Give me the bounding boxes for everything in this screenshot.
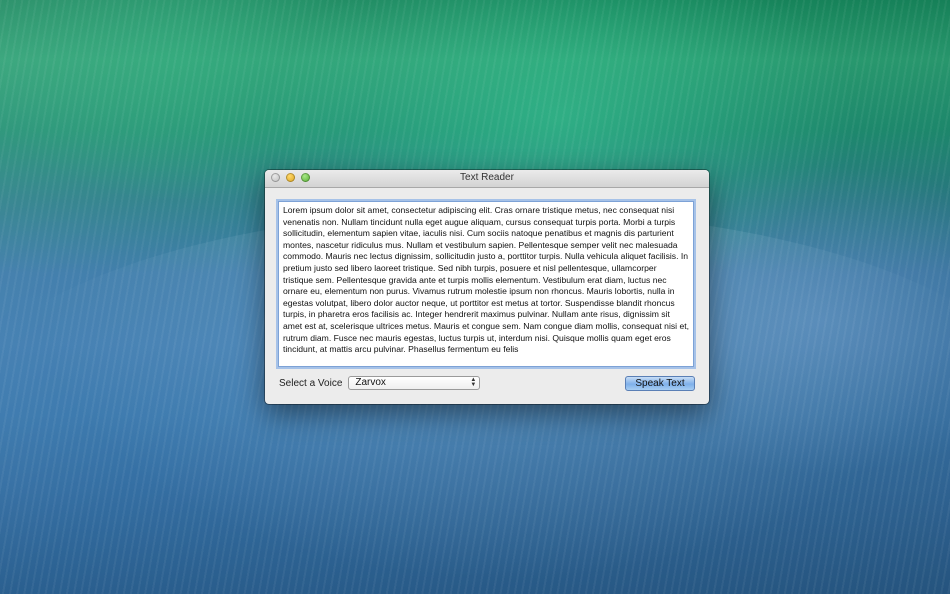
voice-select-value: Zarvox [355,377,386,388]
desktop-background: Text Reader Lorem ipsum dolor sit amet, … [0,0,950,594]
window-title: Text Reader [460,172,514,183]
text-reader-window: Text Reader Lorem ipsum dolor sit amet, … [265,170,709,404]
voice-select[interactable]: Zarvox ▲ ▼ [348,376,481,390]
controls-row: Select a Voice Zarvox ▲ ▼ Speak Text [279,375,695,391]
voice-label: Select a Voice [279,377,343,389]
title-bar[interactable]: Text Reader [265,170,709,188]
text-input-area[interactable]: Lorem ipsum dolor sit amet, consectetur … [278,201,694,367]
select-arrows-icon: ▲ ▼ [470,377,477,388]
speak-text-button[interactable]: Speak Text [625,375,695,391]
